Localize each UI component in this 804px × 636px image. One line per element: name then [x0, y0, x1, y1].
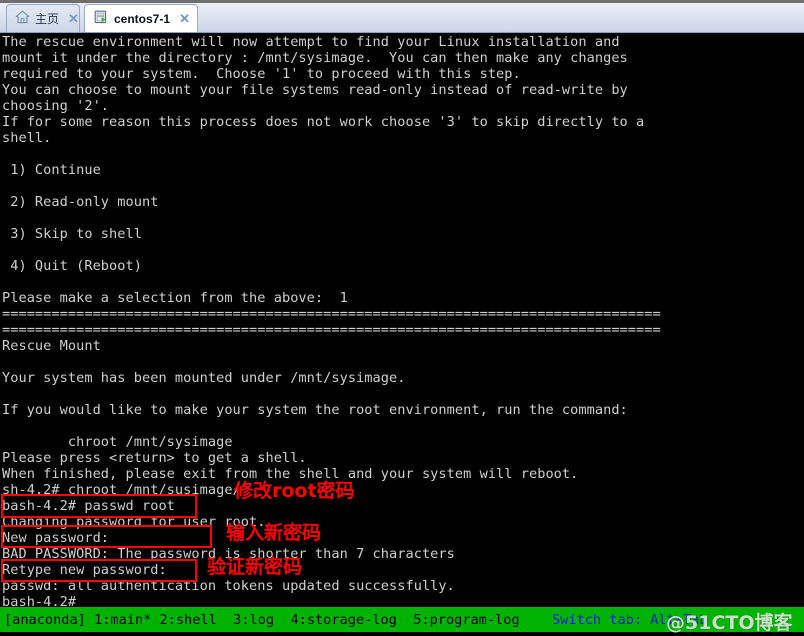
terminal-selection-prompt: Please make a selection from the above: … — [2, 290, 348, 306]
tab-home-label: 主页 — [35, 12, 60, 26]
title-bar-strip — [0, 0, 804, 3]
terminal-success-message: passwd: all authentication tokens update… — [2, 578, 455, 594]
vm-icon — [93, 10, 109, 28]
close-icon[interactable]: ✕ — [175, 12, 190, 25]
terminal-passwd-command: bash-4.2# passwd root — [2, 498, 175, 514]
terminal-section-title: Rescue Mount — [2, 338, 101, 354]
annotation-label-change-root-password: 修改root密码 — [234, 480, 355, 502]
terminal-separator: ========================================… — [2, 322, 661, 338]
status-session-name: [anaconda] — [4, 612, 86, 628]
tmux-status-bar: [anaconda] 1:main* 2:shell 3:log 4:stora… — [0, 607, 804, 636]
terminal-screen[interactable]: The rescue environment will now attempt … — [0, 33, 804, 607]
terminal-line: The rescue environment will now attempt … — [2, 34, 620, 50]
home-icon — [15, 10, 30, 27]
terminal-line: Please press <return> to get a shell. — [2, 450, 307, 466]
terminal-line: shell. — [2, 130, 52, 146]
annotation-label-enter-new-password: 输入新密码 — [226, 522, 322, 544]
terminal-shell-prompt: bash-4.2# — [2, 594, 77, 607]
terminal-menu-item-quit: 4) Quit (Reboot) — [2, 258, 142, 274]
annotation-label-verify-new-password: 验证新密码 — [207, 556, 303, 578]
terminal-line: mount it under the directory : /mnt/sysi… — [2, 50, 628, 66]
status-bar-underline — [0, 632, 804, 636]
terminal-chroot-hint: chroot /mnt/sysimage — [2, 434, 233, 450]
tab-centos7-1-label: centos7-1 — [114, 11, 171, 26]
close-icon[interactable]: ✕ — [64, 12, 79, 25]
status-window-list[interactable]: 1:main* 2:shell 3:log 4:storage-log 5:pr… — [86, 612, 520, 628]
terminal-new-password-prompt: New password: — [2, 530, 110, 546]
terminal-separator: ========================================… — [2, 306, 661, 322]
terminal-menu-item-skip: 3) Skip to shell — [2, 226, 142, 242]
vmware-workstation-window: 主页 ✕ centos7-1 ✕ The rescue environment … — [0, 0, 804, 636]
tab-centos7-1[interactable]: centos7-1 ✕ — [84, 4, 198, 32]
status-bar-windows[interactable]: [anaconda] 1:main* 2:shell 3:log 4:stora… — [4, 612, 520, 628]
terminal-line: If you would like to make your system th… — [2, 402, 628, 418]
terminal-line: You can choose to mount your file system… — [2, 82, 628, 98]
terminal-retype-password-prompt: Retype new password: — [2, 562, 167, 578]
terminal-line: Your system has been mounted under /mnt/… — [2, 370, 406, 386]
tab-home[interactable]: 主页 ✕ — [6, 4, 80, 32]
terminal-line: choosing '2'. — [2, 98, 110, 114]
terminal-menu-item-continue: 1) Continue — [2, 162, 101, 178]
terminal-line: required to your system. Choose '1' to p… — [2, 66, 521, 82]
terminal-menu-item-readonly: 2) Read-only mount — [2, 194, 159, 210]
tab-bar: 主页 ✕ centos7-1 ✕ — [0, 0, 804, 33]
terminal-line: If for some reason this process does not… — [2, 114, 645, 130]
status-bar-hint: Switch tab: Alt+Tab — [552, 612, 708, 628]
terminal-chroot-command: sh-4.2# chroot /mnt/susimage/ — [2, 482, 241, 498]
